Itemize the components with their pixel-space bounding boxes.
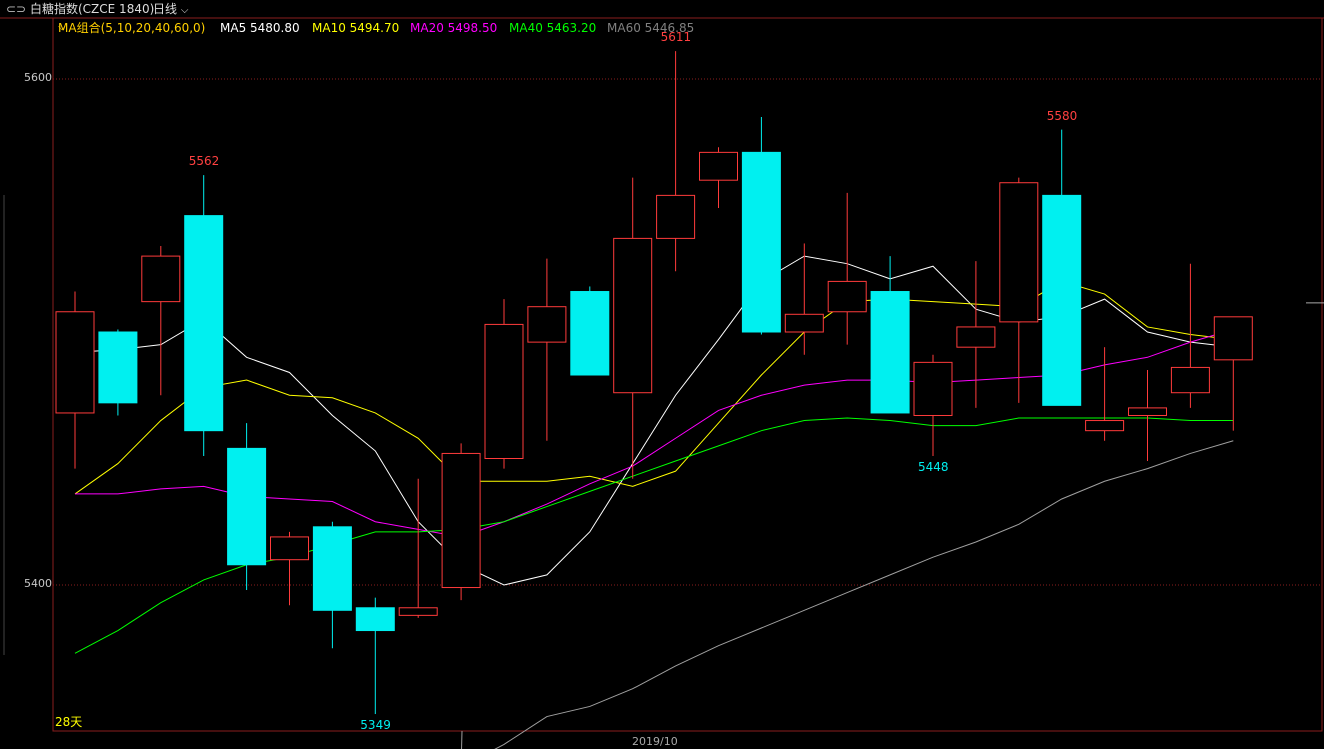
candle-down	[355, 607, 395, 632]
candle-down	[227, 447, 267, 566]
candlestick-chart[interactable]	[0, 0, 1324, 749]
y-tick-label: 5400	[24, 577, 52, 590]
candle-up	[1085, 420, 1125, 432]
candle-up	[141, 255, 181, 303]
candle-up	[656, 194, 696, 239]
candle-up	[398, 607, 438, 616]
candle-up	[1213, 316, 1253, 361]
candle-down	[98, 331, 138, 404]
candle-up	[784, 313, 824, 333]
candle-down	[741, 151, 781, 333]
candle-up	[527, 306, 567, 343]
candle-up	[1170, 366, 1210, 394]
candle-up	[956, 326, 996, 348]
plot-frame	[52, 17, 1323, 732]
candle-up	[1128, 407, 1167, 416]
candle-down	[1042, 194, 1082, 406]
high-price-label: 5562	[188, 154, 220, 169]
candle-up	[441, 452, 481, 589]
candle-down	[570, 291, 610, 376]
candle-up	[270, 536, 309, 561]
candle-down	[312, 526, 352, 611]
low-price-label: 5349	[360, 718, 391, 733]
candle-up	[913, 361, 953, 416]
high-price-label: 5611	[660, 30, 692, 45]
candle-down	[870, 291, 910, 414]
candle-up	[827, 280, 867, 313]
low-price-label: 5448	[918, 459, 949, 474]
candle-up	[484, 323, 524, 459]
candle-up	[55, 311, 95, 414]
candle-up	[999, 182, 1039, 323]
y-tick-label: 5600	[24, 71, 52, 84]
x-axis-date-label: 2019/10	[632, 735, 678, 748]
ma60-line	[461, 440, 1234, 749]
candle-up	[613, 237, 653, 394]
high-price-label: 5580	[1046, 108, 1078, 123]
candle-down	[184, 215, 224, 432]
candle-up	[699, 151, 738, 181]
period-count-label: 28天	[55, 715, 83, 729]
